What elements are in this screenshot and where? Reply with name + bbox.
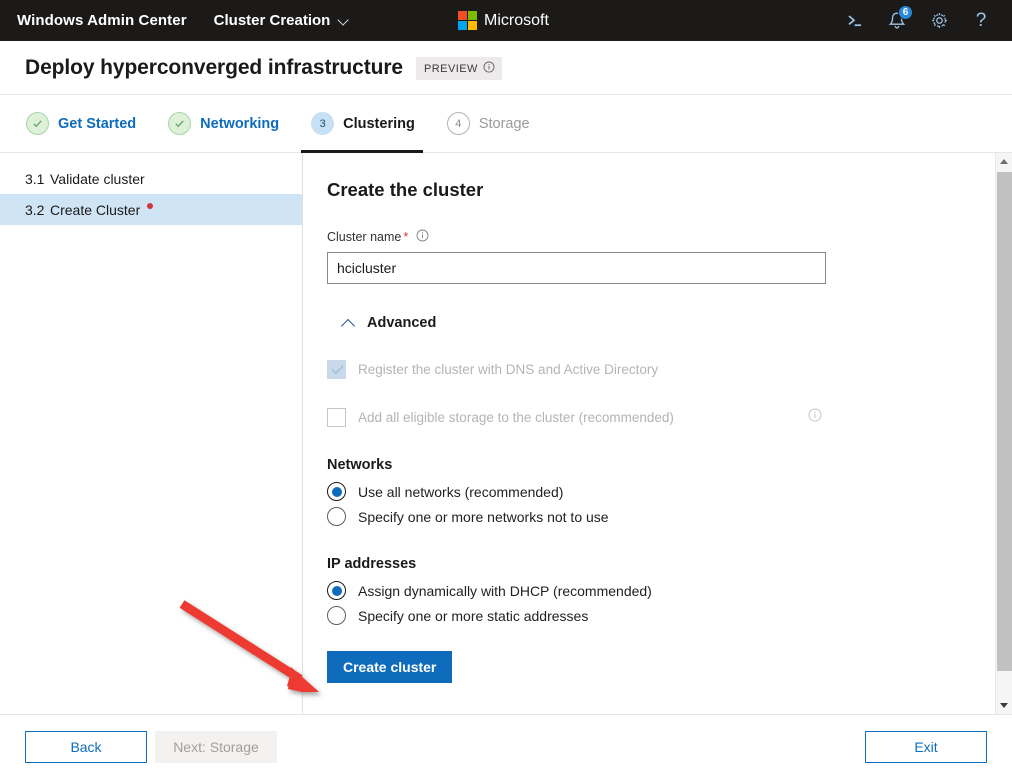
chevron-up-icon [341, 319, 356, 328]
checkbox-label-add-storage: Add all eligible storage to the cluster … [358, 410, 674, 425]
next-storage-button: Next: Storage [155, 731, 277, 763]
step-number-badge: 3 [311, 112, 334, 135]
tab-label-get-started: Get Started [58, 116, 136, 132]
exit-button[interactable]: Exit [865, 731, 987, 763]
tab-label-storage: Storage [479, 116, 530, 132]
info-icon[interactable] [483, 61, 495, 76]
create-cluster-button[interactable]: Create cluster [327, 651, 452, 683]
radio-use-all-networks [327, 482, 346, 501]
step-number-badge: 4 [447, 112, 470, 135]
radio-label-assign-dhcp: Assign dynamically with DHCP (recommende… [358, 583, 652, 599]
tab-clustering[interactable]: 3 Clustering [311, 95, 429, 153]
radio-label-use-all-networks: Use all networks (recommended) [358, 484, 563, 500]
app-title[interactable]: Windows Admin Center [17, 12, 187, 29]
tab-storage[interactable]: 4 Storage [447, 95, 544, 153]
notification-count-badge: 6 [898, 5, 913, 20]
settings-gear-icon[interactable] [918, 0, 960, 41]
wizard-step-tabs: Get Started Networking 3 Clustering 4 St… [0, 95, 1012, 153]
page-title: Deploy hyperconverged infrastructure [25, 56, 403, 80]
checkbox-row-add-storage[interactable]: Add all eligible storage to the cluster … [327, 408, 1012, 427]
help-glyph: ? [976, 10, 987, 32]
content-scrollbar[interactable] [995, 153, 1012, 714]
checkbox-label-register-dns: Register the cluster with DNS and Active… [358, 362, 658, 377]
radio-row-static[interactable]: Specify one or more static addresses [327, 606, 1012, 625]
sidebar-item-label: Validate cluster [50, 171, 145, 187]
cluster-name-label: Cluster name [327, 230, 401, 244]
preview-label: PREVIEW [424, 63, 478, 75]
powershell-icon[interactable] [834, 0, 876, 41]
scrollbar-thumb[interactable] [997, 172, 1012, 671]
page-header: Deploy hyperconverged infrastructure PRE… [0, 41, 1012, 95]
sidebar-item-number: 3.2 [25, 202, 50, 218]
topbar-actions: 6 ? [834, 0, 1012, 41]
info-icon[interactable] [416, 229, 429, 245]
scroll-down-arrow-icon[interactable] [996, 697, 1012, 714]
radio-row-specify-networks[interactable]: Specify one or more networks not to use [327, 507, 1012, 526]
microsoft-wordmark: Microsoft [484, 12, 549, 30]
cluster-name-label-row: Cluster name * [327, 229, 1012, 245]
step-complete-check-icon [26, 112, 49, 135]
radio-label-specify-networks: Specify one or more networks not to use [358, 509, 609, 525]
advanced-label: Advanced [367, 315, 436, 331]
radio-row-use-all-networks[interactable]: Use all networks (recommended) [327, 482, 1012, 501]
radio-row-dhcp[interactable]: Assign dynamically with DHCP (recommende… [327, 581, 1012, 600]
status-badge-preview: PREVIEW [416, 57, 502, 80]
help-question-icon[interactable]: ? [960, 0, 1002, 41]
required-asterisk: * [403, 230, 408, 244]
microsoft-brand: Microsoft [458, 0, 549, 41]
notifications-bell-icon[interactable]: 6 [876, 0, 918, 41]
wizard-body: 3.1 Validate cluster 3.2 Create Cluster … [0, 153, 1012, 714]
checkbox-row-register-dns[interactable]: Register the cluster with DNS and Active… [327, 360, 1012, 379]
sidebar-item-label: Create Cluster [50, 202, 140, 218]
tool-name-dropdown[interactable]: Cluster Creation [214, 12, 351, 29]
top-navigation-bar: Windows Admin Center Cluster Creation Mi… [0, 0, 1012, 41]
content-scroll-region: Create the cluster Cluster name * Advanc… [303, 153, 1012, 714]
checkbox-add-storage [327, 408, 346, 427]
step-complete-check-icon [168, 112, 191, 135]
radio-label-specify-static: Specify one or more static addresses [358, 608, 588, 624]
info-icon[interactable] [808, 408, 822, 427]
create-cluster-form: Create the cluster Cluster name * Advanc… [303, 153, 1012, 714]
cluster-name-input[interactable] [327, 252, 826, 284]
advanced-section-toggle[interactable]: Advanced [341, 315, 461, 331]
back-button[interactable]: Back [25, 731, 147, 763]
checkbox-register-dns [327, 360, 346, 379]
microsoft-logo-icon [458, 11, 477, 30]
networks-group-title: Networks [327, 457, 1012, 473]
section-title: Create the cluster [327, 179, 1012, 201]
sub-step-sidebar: 3.1 Validate cluster 3.2 Create Cluster [0, 153, 303, 714]
required-indicator-dot [147, 203, 153, 209]
radio-assign-dhcp [327, 581, 346, 600]
radio-specify-networks [327, 507, 346, 526]
chevron-down-icon [339, 16, 350, 23]
radio-specify-static [327, 606, 346, 625]
wizard-footer: Back Next: Storage Exit [0, 714, 1012, 779]
sidebar-item-create-cluster[interactable]: 3.2 Create Cluster [0, 194, 302, 225]
tool-name-label: Cluster Creation [214, 12, 331, 29]
scroll-up-arrow-icon[interactable] [996, 153, 1012, 170]
tab-label-networking: Networking [200, 116, 279, 132]
topbar-left-group: Windows Admin Center Cluster Creation [0, 12, 350, 29]
sidebar-item-number: 3.1 [25, 171, 50, 187]
tab-get-started[interactable]: Get Started [26, 95, 150, 153]
tab-label-clustering: Clustering [343, 116, 415, 132]
tab-networking[interactable]: Networking [168, 95, 293, 153]
sidebar-item-validate-cluster[interactable]: 3.1 Validate cluster [0, 163, 302, 194]
ip-addresses-group-title: IP addresses [327, 556, 1012, 572]
